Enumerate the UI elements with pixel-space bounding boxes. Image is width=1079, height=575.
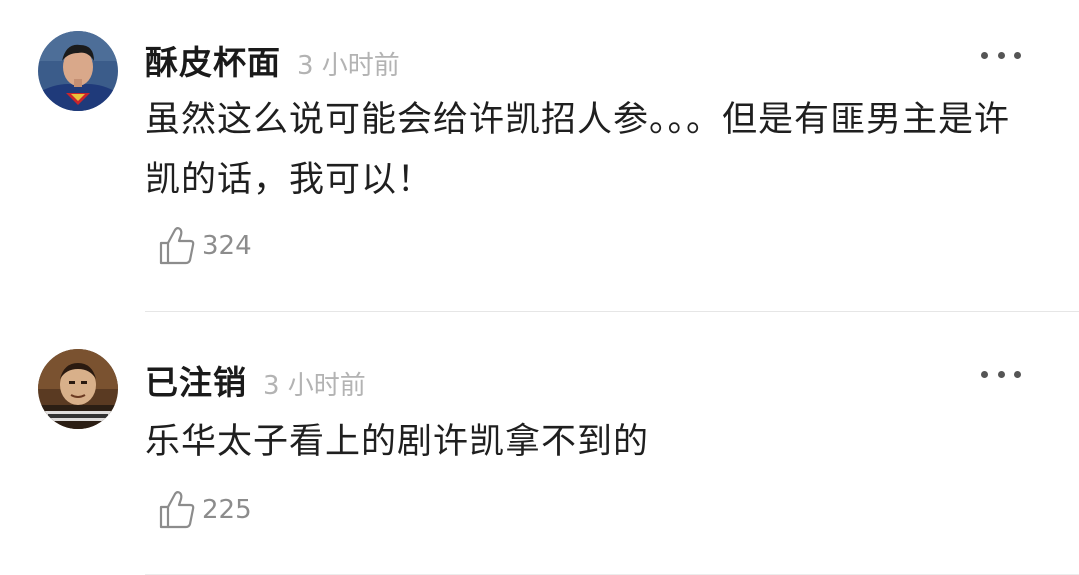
comment-item: 酥皮杯面 3 小时前 虽然这么说可能会给许凯招人参。。。但是有匪男主是许凯的话，… — [0, 0, 1079, 312]
like-button[interactable]: 324 — [158, 226, 252, 266]
more-dots-icon — [981, 370, 988, 378]
more-dot — [1014, 51, 1021, 59]
username[interactable]: 酥皮杯面 — [145, 36, 281, 84]
more-dot — [1014, 370, 1021, 378]
timestamp: 3 小时前 — [297, 51, 400, 81]
more-dot — [997, 370, 1005, 378]
more-dots-icon — [981, 51, 988, 59]
comment-text: 虽然这么说可能会给许凯招人参。。。但是有匪男主是许凯的话，我可以！ — [145, 100, 1011, 200]
like-count: 225 — [202, 495, 252, 525]
username[interactable]: 已注销 — [145, 356, 247, 404]
avatar[interactable] — [38, 31, 118, 111]
thumbs-up-icon — [159, 491, 195, 529]
avatar-meme-icon — [38, 349, 118, 429]
timestamp: 3 小时前 — [263, 371, 366, 401]
avatar-superman-icon — [38, 31, 118, 111]
more-dot — [997, 51, 1005, 59]
thumbs-up-icon — [159, 227, 195, 265]
avatar[interactable] — [38, 349, 118, 429]
comment-item: 已注销 3 小时前 乐华太子看上的剧许凯拿不到的 225 — [0, 312, 1079, 575]
more-options-button[interactable] — [981, 362, 1021, 386]
comment-header: 已注销 3 小时前 — [145, 356, 366, 404]
like-button[interactable]: 225 — [158, 490, 252, 530]
more-options-button[interactable] — [981, 43, 1021, 67]
like-count: 324 — [202, 231, 252, 261]
comment-header: 酥皮杯面 3 小时前 — [145, 36, 400, 84]
comment-text: 乐华太子看上的剧许凯拿不到的 — [145, 422, 650, 462]
